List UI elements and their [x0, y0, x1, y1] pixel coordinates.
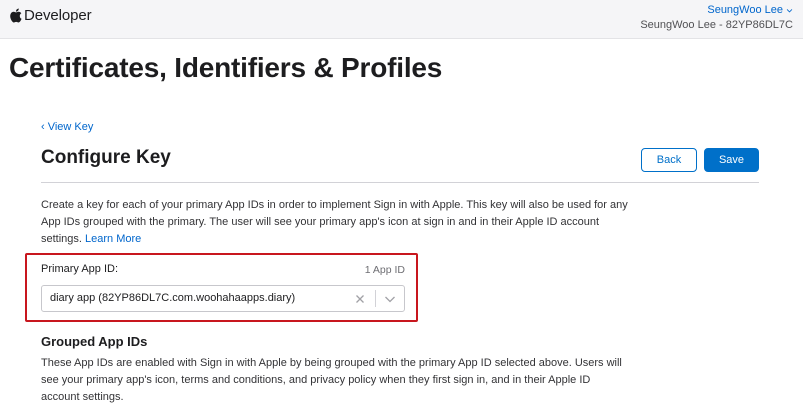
back-button[interactable]: Back	[641, 148, 697, 172]
save-button[interactable]: Save	[704, 148, 759, 172]
select-separator	[375, 290, 376, 307]
primary-app-id-select[interactable]: diary app (82YP86DL7C.com.woohahaapps.di…	[41, 285, 405, 312]
app-id-count: 1 App ID	[364, 264, 405, 276]
grouped-app-ids-title: Grouped App IDs	[41, 334, 148, 349]
chevron-down-icon[interactable]	[384, 294, 396, 304]
grouped-description: These App IDs are enabled with Sign in w…	[41, 357, 622, 403]
brand-text: Developer	[24, 7, 92, 24]
key-description: Create a key for each of your primary Ap…	[41, 197, 631, 248]
page-title: Certificates, Identifiers & Profiles	[9, 52, 443, 83]
chevron-down-icon	[786, 8, 793, 12]
developer-home-link[interactable]: Developer	[9, 7, 92, 24]
section-title: Configure Key	[41, 147, 171, 168]
primary-app-id-label: Primary App ID:	[41, 263, 119, 275]
team-identifier: SeungWoo Lee - 82YP86DL7C	[640, 19, 793, 31]
apple-logo-icon	[10, 8, 22, 23]
user-name: SeungWoo Lee	[707, 4, 783, 16]
divider	[41, 182, 759, 183]
learn-more-link[interactable]: Learn More	[85, 233, 141, 245]
top-bar: Developer SeungWoo Lee SeungWoo Lee - 82…	[0, 0, 803, 39]
select-value: diary app (82YP86DL7C.com.woohahaapps.di…	[50, 292, 296, 304]
view-key-link[interactable]: ‹ View Key	[41, 121, 93, 133]
close-icon[interactable]	[354, 293, 366, 305]
user-menu[interactable]: SeungWoo Lee	[707, 4, 793, 16]
